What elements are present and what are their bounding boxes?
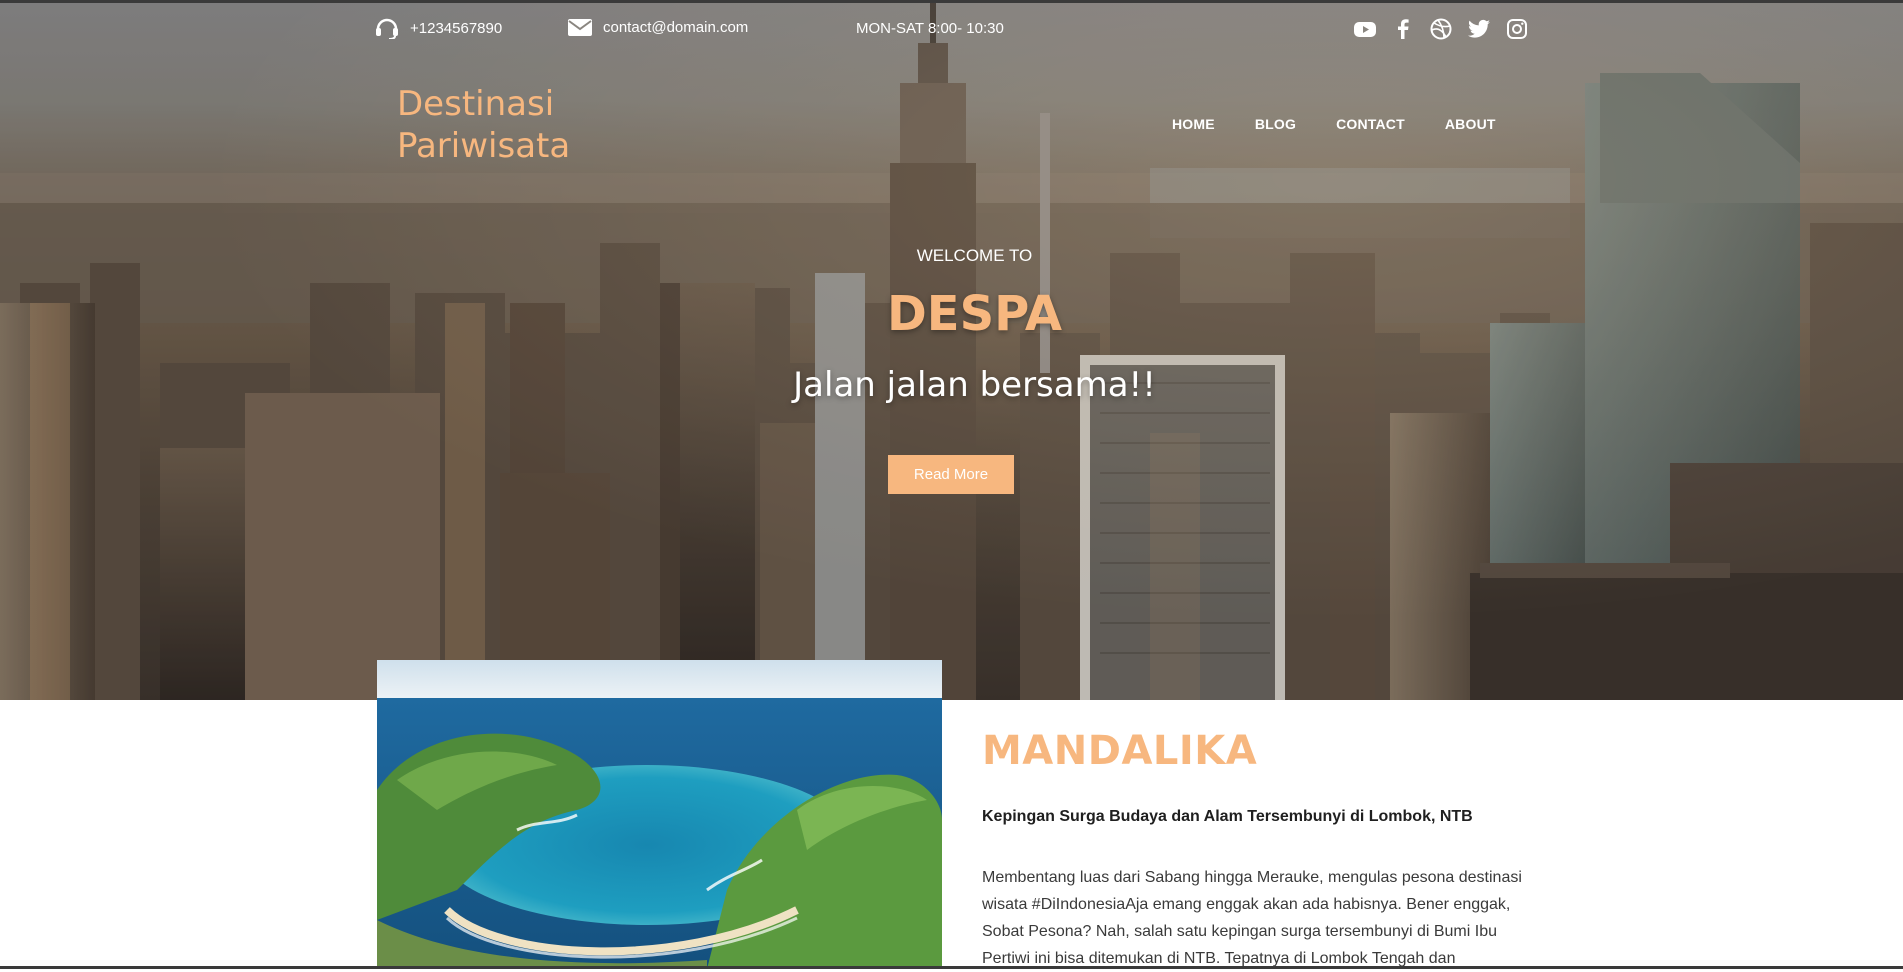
read-more-button[interactable]: Read More <box>888 455 1014 494</box>
topbar-phone[interactable]: +1234567890 <box>374 17 503 40</box>
social-links <box>1353 17 1529 41</box>
topbar-hours: MON-SAT 8:00- 10:30 <box>856 20 1004 37</box>
nav-blog[interactable]: BLOG <box>1255 116 1296 132</box>
topbar-email[interactable]: contact@domain.com <box>567 16 748 38</box>
nav-contact[interactable]: CONTACT <box>1336 116 1405 132</box>
site-logo[interactable]: Destinasi Pariwisata <box>397 83 570 167</box>
hero-overlay <box>0 3 1903 700</box>
place-description: Membentang luas dari Sabang hingga Merau… <box>982 869 1522 967</box>
instagram-icon[interactable] <box>1505 17 1529 41</box>
logo-line-1: Destinasi <box>397 84 555 124</box>
hero-welcome-text: WELCOME TO <box>916 246 1033 265</box>
headset-icon <box>374 17 400 40</box>
hero-brand-title: DESPA <box>886 286 1063 342</box>
place-subtitle: Kepingan Surga Budaya dan Alam Tersembun… <box>982 808 1473 825</box>
hero-tagline: Jalan jalan bersama!! <box>793 365 1156 405</box>
mandalika-image <box>377 660 942 969</box>
hero-section: +1234567890 contact@domain.com MON-SAT 8… <box>0 3 1903 700</box>
nav-about[interactable]: ABOUT <box>1445 116 1496 132</box>
email-text: contact@domain.com <box>603 18 749 36</box>
twitter-icon[interactable] <box>1467 17 1491 41</box>
main-nav: HOME BLOG CONTACT ABOUT <box>1172 116 1536 132</box>
nav-home[interactable]: HOME <box>1172 116 1215 132</box>
envelope-icon <box>567 16 593 38</box>
logo-line-2: Pariwisata <box>397 126 571 166</box>
youtube-icon[interactable] <box>1353 17 1377 41</box>
place-title: MANDALIKA <box>982 728 1258 774</box>
facebook-icon[interactable] <box>1391 17 1415 41</box>
phone-text: +1234567890 <box>410 19 503 37</box>
hours-text: MON-SAT 8:00- 10:30 <box>856 20 1004 37</box>
dribbble-icon[interactable] <box>1429 17 1453 41</box>
